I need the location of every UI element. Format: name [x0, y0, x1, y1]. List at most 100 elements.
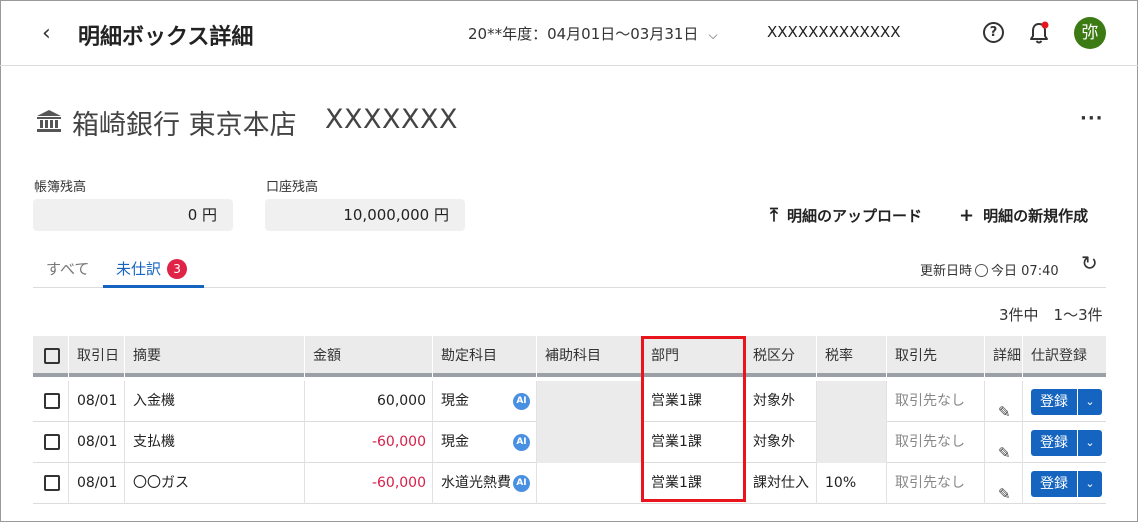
- tab-all-label: すべて: [46, 260, 90, 278]
- clock-icon: [975, 264, 989, 277]
- account-value: 現金: [441, 434, 469, 450]
- cell-detail: ✎: [985, 463, 1023, 504]
- bell-icon[interactable]: [1028, 21, 1050, 45]
- select-all-checkbox[interactable]: [44, 348, 60, 364]
- cell-register: 登録 ⌄: [1023, 463, 1106, 504]
- cell-amount[interactable]: -60,000: [305, 463, 433, 504]
- cell-partner[interactable]: 取引先なし: [887, 381, 985, 422]
- header-tax-category: 税区分: [745, 336, 817, 377]
- row-select-cell: [33, 463, 69, 504]
- cell-summary[interactable]: 支払機: [125, 422, 305, 463]
- cell-tax-rate[interactable]: 10%: [817, 463, 887, 504]
- register-dropdown-chevron-icon[interactable]: ⌄: [1078, 430, 1102, 456]
- top-bar: ‹ 明細ボックス詳細 20**年度：04月01日〜03月31日 ⌵ XXXXXXX…: [0, 0, 1138, 66]
- register-dropdown-chevron-icon[interactable]: ⌄: [1078, 389, 1102, 415]
- last-updated: 更新日時 今日 07:40: [920, 260, 1059, 279]
- register-button[interactable]: 登録: [1031, 471, 1077, 497]
- edit-pencil-icon[interactable]: ✎: [998, 474, 1011, 515]
- more-options-icon[interactable]: ···: [1080, 108, 1104, 129]
- tab-unposted[interactable]: 未仕訳 3: [116, 258, 188, 279]
- account-balance-label: 口座残高: [266, 180, 319, 195]
- cell-sub-account[interactable]: [537, 422, 643, 463]
- table-header: 取引日 摘要 金額 勘定科目 補助科目 部門 税区分 税率 取引先 詳細 仕訳登…: [33, 336, 1106, 377]
- cell-sub-account[interactable]: [537, 381, 643, 422]
- refresh-icon[interactable]: ↻: [1081, 251, 1098, 275]
- cell-partner[interactable]: 取引先なし: [887, 463, 985, 504]
- cell-tax-category[interactable]: 対象外: [745, 381, 817, 422]
- user-avatar[interactable]: 弥: [1074, 17, 1106, 49]
- header-register: 仕訳登録: [1031, 348, 1087, 364]
- header-sub-account: 補助科目: [537, 336, 643, 377]
- register-button[interactable]: 登録: [1031, 430, 1077, 456]
- plus-icon: +: [959, 205, 975, 226]
- active-tab-indicator: [103, 285, 204, 288]
- cell-summary[interactable]: 〇〇ガス: [125, 463, 305, 504]
- upload-statement-label: 明細のアップロード: [786, 207, 922, 225]
- ai-suggestion-icon: AI: [513, 393, 530, 410]
- cell-date: 08/01: [69, 422, 125, 463]
- header-account: 勘定科目: [433, 336, 537, 377]
- create-statement-button[interactable]: + 明細の新規作成: [959, 205, 1088, 226]
- last-updated-value: 今日 07:40: [991, 264, 1059, 279]
- tab-unposted-label: 未仕訳: [116, 260, 162, 278]
- cell-register: 登録 ⌄: [1023, 381, 1106, 422]
- header-date: 取引日: [69, 336, 125, 377]
- row-select-cell: [33, 381, 69, 422]
- cell-tax-category[interactable]: 対象外: [745, 422, 817, 463]
- cell-tax-rate[interactable]: [817, 381, 887, 422]
- table-row: 08/01 〇〇ガス -60,000 水道光熱費 AI 営業1課 課対仕入 10%…: [33, 463, 1106, 504]
- back-chevron-icon[interactable]: ‹: [42, 21, 51, 46]
- cell-amount[interactable]: 60,000: [305, 381, 433, 422]
- ai-suggestion-icon: AI: [513, 434, 530, 451]
- cell-detail: ✎: [985, 381, 1023, 422]
- table-row: 08/01 支払機 -60,000 現金 AI 営業1課 対象外 取引先なし ✎ …: [33, 422, 1106, 463]
- fiscal-period-label: 20**年度：04月01日〜03月31日: [468, 25, 699, 43]
- book-balance-value: 0 円: [33, 199, 233, 231]
- header-amount: 金額: [305, 336, 433, 377]
- pagination-count: 3件中 1〜3件: [999, 306, 1103, 324]
- cell-date: 08/01: [69, 463, 125, 504]
- cell-amount[interactable]: -60,000: [305, 422, 433, 463]
- row-checkbox[interactable]: [44, 475, 60, 491]
- cell-account[interactable]: 水道光熱費 AI: [433, 463, 537, 504]
- account-value: 現金: [441, 393, 469, 409]
- account-balance-value: 10,000,000 円: [265, 199, 465, 231]
- account-value: 水道光熱費: [441, 475, 511, 491]
- cell-partner[interactable]: 取引先なし: [887, 422, 985, 463]
- cell-tax-category[interactable]: 課対仕入: [745, 463, 817, 504]
- book-balance-label: 帳簿残高: [34, 180, 87, 195]
- header-detail: 詳細: [985, 336, 1023, 377]
- create-statement-label: 明細の新規作成: [983, 207, 1089, 225]
- header-cell-select: [33, 336, 69, 377]
- header-tax-rate: 税率: [817, 336, 887, 377]
- row-select-cell: [33, 422, 69, 463]
- tab-all[interactable]: すべて: [46, 258, 89, 279]
- register-button[interactable]: 登録: [1031, 389, 1077, 415]
- cell-summary[interactable]: 入金機: [125, 381, 305, 422]
- header-department: 部門: [643, 336, 745, 377]
- header-summary: 摘要: [125, 336, 305, 377]
- cell-date: 08/01: [69, 381, 125, 422]
- cell-account[interactable]: 現金 AI: [433, 422, 537, 463]
- table-row: 08/01 入金機 60,000 現金 AI 営業1課 対象外 取引先なし ✎ 登…: [33, 381, 1106, 422]
- cell-account[interactable]: 現金 AI: [433, 381, 537, 422]
- upload-statement-button[interactable]: ⤒ 明細のアップロード: [770, 205, 922, 226]
- row-checkbox[interactable]: [44, 393, 60, 409]
- row-checkbox[interactable]: [44, 434, 60, 450]
- unposted-count-badge: 3: [167, 259, 188, 279]
- cell-department[interactable]: 営業1課: [643, 463, 745, 504]
- bank-icon: [37, 110, 61, 132]
- bank-name: 箱崎銀行 東京本店: [72, 110, 297, 141]
- register-dropdown-chevron-icon[interactable]: ⌄: [1078, 471, 1102, 497]
- cell-department[interactable]: 営業1課: [643, 381, 745, 422]
- cell-tax-rate[interactable]: [817, 422, 887, 463]
- fiscal-period-selector[interactable]: 20**年度：04月01日〜03月31日 ⌵: [468, 23, 718, 44]
- page-title: 明細ボックス詳細: [78, 25, 254, 50]
- cell-department[interactable]: 営業1課: [643, 422, 745, 463]
- help-icon[interactable]: ?: [983, 22, 1004, 43]
- cell-detail: ✎: [985, 422, 1023, 463]
- header-partner: 取引先: [887, 336, 985, 377]
- upload-icon: ⤒: [770, 205, 778, 226]
- cell-sub-account[interactable]: [537, 463, 643, 504]
- ai-suggestion-icon: AI: [513, 475, 530, 492]
